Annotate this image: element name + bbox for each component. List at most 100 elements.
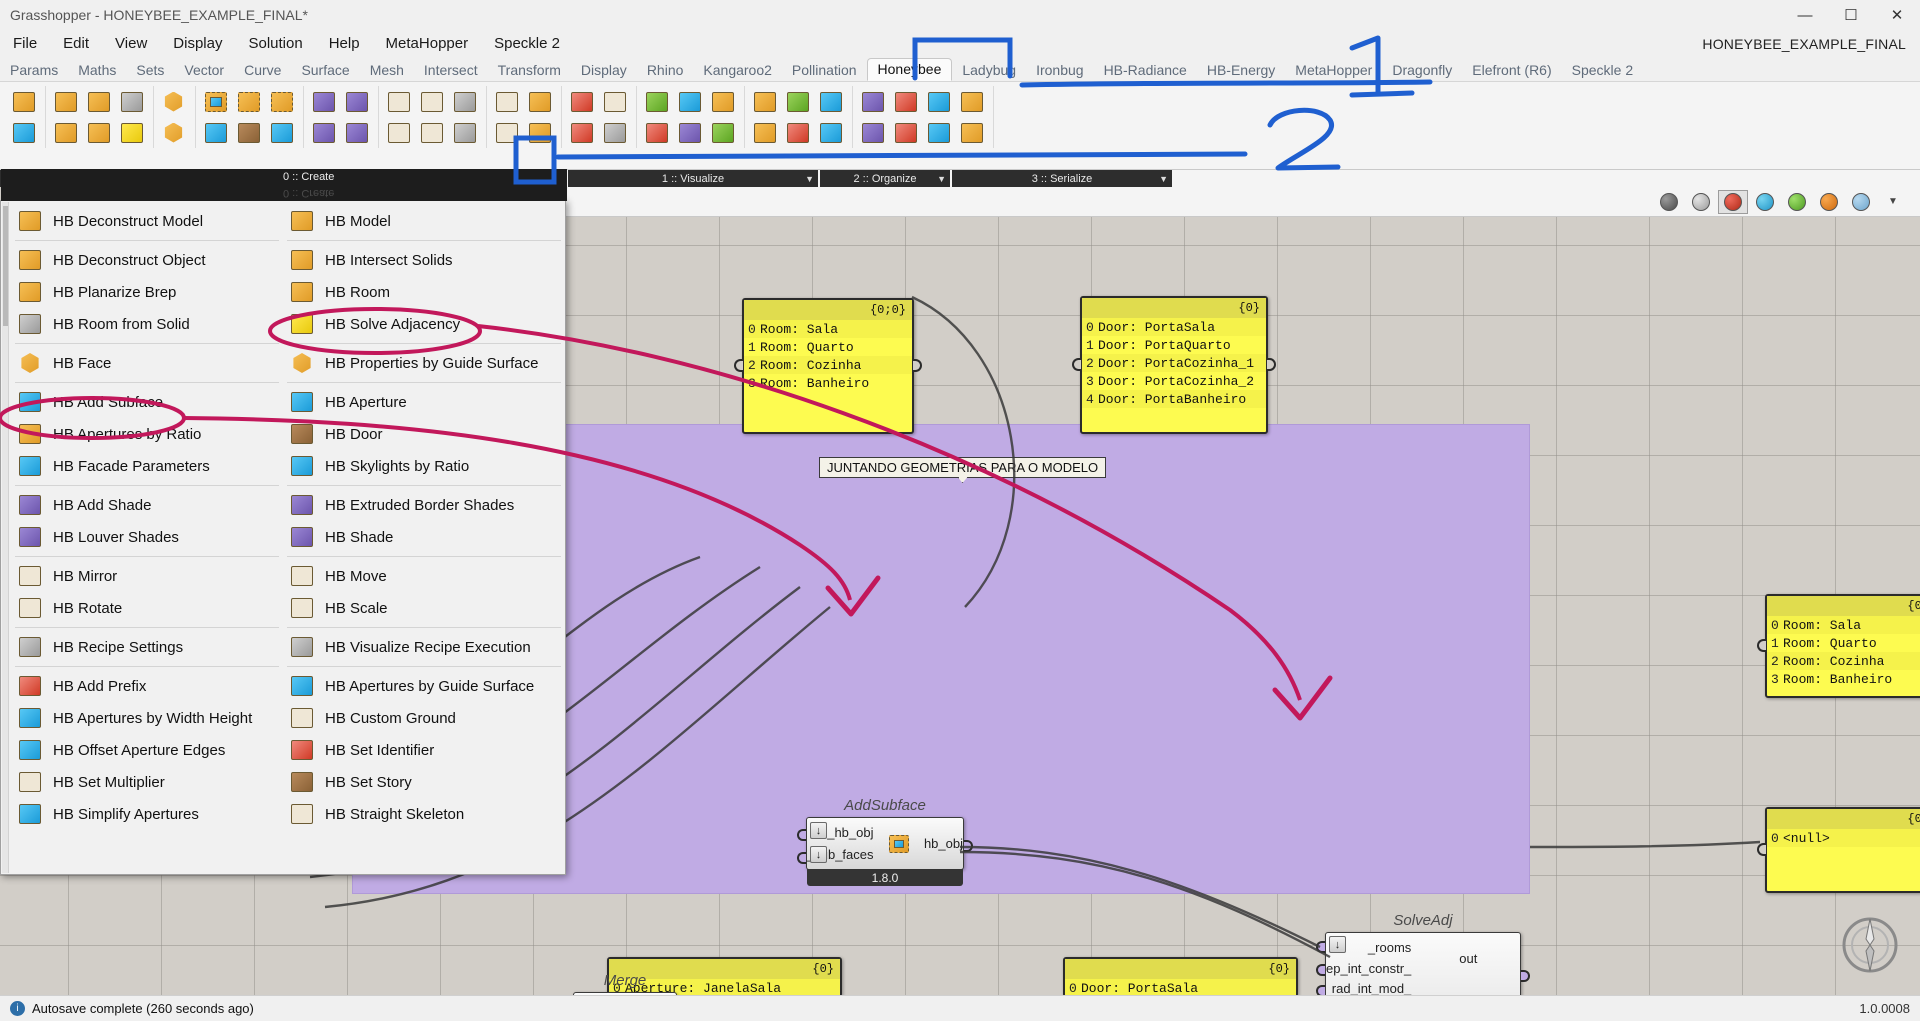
- honeybee-create-dropdown[interactable]: 0 :: Create 0 :: Create HB Deconstruct M…: [0, 169, 567, 875]
- ribbon-icon-model[interactable]: [8, 118, 39, 147]
- ribbon-icon-visualize-recipe-execution[interactable]: [449, 118, 480, 147]
- menu-item-hb-facade-parameters[interactable]: HB Facade Parameters: [11, 450, 283, 482]
- chevron-down-icon[interactable]: ▼: [937, 174, 946, 184]
- add-subface-component[interactable]: AddSubface _hb_obj _sub_faces hb_obj ↓ ↓…: [797, 797, 973, 886]
- tab-metahopper[interactable]: MetaHopper: [1285, 59, 1382, 81]
- minimize-button[interactable]: —: [1782, 0, 1828, 30]
- panel-input-grip[interactable]: [1757, 843, 1766, 856]
- rooms-panel[interactable]: {0;0} 0 Room: Sala 1 Room: Quarto 2 Room…: [734, 298, 922, 434]
- navigation-compass-icon[interactable]: [1834, 909, 1906, 981]
- menu-item-hb-intersect-solids[interactable]: HB Intersect Solids: [283, 244, 565, 276]
- ribbon-icon-serialize-3[interactable]: [956, 87, 987, 116]
- tab-pollination[interactable]: Pollination: [782, 59, 867, 81]
- ribbon-icon-add-subface[interactable]: [200, 87, 231, 116]
- ribbon-icon-grid-1[interactable]: [641, 87, 672, 116]
- ribbon-icon-cube-1[interactable]: [599, 87, 630, 116]
- section-organize[interactable]: 2 :: Organize ▼: [820, 170, 950, 187]
- draw-icons-icon[interactable]: [1750, 190, 1780, 214]
- ribbon-icon-attr-1[interactable]: [491, 87, 522, 116]
- menu-item-hb-room-from-solid[interactable]: HB Room from Solid: [11, 308, 283, 340]
- tab-speckle2[interactable]: Speckle 2: [1562, 59, 1643, 81]
- ribbon-icon-attr-3[interactable]: [491, 118, 522, 147]
- tab-display[interactable]: Display: [571, 59, 637, 81]
- menu-speckle2[interactable]: Speckle 2: [481, 30, 573, 58]
- menu-item-hb-skylights-by-ratio[interactable]: HB Skylights by Ratio: [283, 450, 565, 482]
- chevron-down-icon[interactable]: ▼: [1159, 174, 1168, 184]
- menu-item-hb-planarize-brep[interactable]: HB Planarize Brep: [11, 276, 283, 308]
- adj-rooms-panel[interactable]: {0} 0 Room: Sala 1 Room: Quarto 2 Room: …: [1757, 594, 1920, 698]
- tab-transform[interactable]: Transform: [488, 59, 571, 81]
- ribbon-icon-up-arrow[interactable]: [857, 118, 888, 147]
- menu-item-hb-visualize-recipe-execution[interactable]: HB Visualize Recipe Execution: [283, 631, 565, 663]
- ribbon-icon-apertures-by-ratio[interactable]: [233, 87, 264, 116]
- menu-item-hb-add-subface[interactable]: HB Add Subface: [11, 386, 283, 418]
- ribbon-icon-skylights-by-ratio[interactable]: [266, 118, 297, 147]
- door-bottom-panel[interactable]: {0} 0 Door: PortaSala: [1063, 957, 1298, 995]
- tab-elefront[interactable]: Elefront (R6): [1462, 59, 1561, 81]
- port-in-sub-faces[interactable]: [797, 852, 806, 864]
- menu-item-hb-set-story[interactable]: HB Set Story: [283, 766, 565, 798]
- tab-dragonfly[interactable]: Dragonfly: [1382, 59, 1462, 81]
- ribbon-icon-serialize-4[interactable]: [890, 118, 921, 147]
- menu-item-hb-rotate[interactable]: HB Rotate: [11, 592, 283, 624]
- menu-item-hb-apertures-by-width-height[interactable]: HB Apertures by Width Height: [11, 702, 283, 734]
- panel-input-grip[interactable]: [734, 359, 743, 372]
- dropdown-scroll-thumb[interactable]: [3, 206, 8, 326]
- ribbon-icon-balloon-1[interactable]: [566, 87, 597, 116]
- tab-maths[interactable]: Maths: [68, 59, 126, 81]
- preview-shaded-icon[interactable]: [1654, 190, 1684, 214]
- input-rooms[interactable]: _rooms: [1368, 940, 1411, 955]
- group-label-box[interactable]: JUNTANDO GEOMETRIAS PARA O MODELO: [819, 457, 1107, 483]
- tab-surface[interactable]: Surface: [291, 59, 359, 81]
- ribbon-icon-shade[interactable]: [341, 118, 372, 147]
- ribbon-icon-recipe-settings[interactable]: [449, 87, 480, 116]
- menu-item-hb-face[interactable]: HB Face: [11, 347, 283, 379]
- menu-display[interactable]: Display: [160, 30, 235, 58]
- menu-metahopper[interactable]: MetaHopper: [373, 30, 482, 58]
- ribbon-icon-extruded-border-shades[interactable]: [308, 118, 339, 147]
- menu-item-hb-offset-aperture-edges[interactable]: HB Offset Aperture Edges: [11, 734, 283, 766]
- port-in-hb-obj[interactable]: [797, 829, 806, 841]
- ribbon-icon-scale[interactable]: [416, 118, 447, 147]
- menu-file[interactable]: File: [0, 30, 50, 58]
- ribbon-icon-deconstruct-model[interactable]: [8, 87, 39, 116]
- menu-item-hb-simplify-apertures[interactable]: HB Simplify Apertures: [11, 798, 283, 830]
- section-visualize[interactable]: 1 :: Visualize ▼: [568, 170, 818, 187]
- ribbon-icon-room-from-solid[interactable]: [116, 87, 147, 116]
- maximize-button[interactable]: ☐: [1828, 0, 1874, 30]
- menu-item-hb-set-multiplier[interactable]: HB Set Multiplier: [11, 766, 283, 798]
- menu-solution[interactable]: Solution: [235, 30, 315, 58]
- input-flatten-flag-icon[interactable]: ↓: [1329, 936, 1346, 953]
- tab-sets[interactable]: Sets: [126, 59, 174, 81]
- ribbon-icon-serialize-6[interactable]: [956, 118, 987, 147]
- tab-rhino[interactable]: Rhino: [637, 59, 694, 81]
- ribbon-icon-attr-4[interactable]: [524, 118, 555, 147]
- ribbon-icon-down-arrow[interactable]: [857, 87, 888, 116]
- port-in-rad-int-mod[interactable]: [1316, 985, 1325, 995]
- tab-curve[interactable]: Curve: [234, 59, 291, 81]
- ribbon-icon-mirror[interactable]: [383, 87, 414, 116]
- sketch-tools-icon[interactable]: [1846, 190, 1876, 214]
- input-hb-obj[interactable]: _hb_obj: [827, 825, 873, 840]
- port-in-rooms[interactable]: [1316, 941, 1325, 953]
- tab-vector[interactable]: Vector: [174, 59, 234, 81]
- chevron-down-icon[interactable]: ▼: [805, 174, 814, 184]
- tab-honeybee[interactable]: Honeybee: [866, 58, 953, 81]
- doors-panel[interactable]: {0} 0 Door: PortaSala 1 Door: PortaQuart…: [1072, 296, 1276, 434]
- ribbon-icon-louver-shades[interactable]: [341, 87, 372, 116]
- menu-item-hb-straight-skeleton[interactable]: HB Straight Skeleton: [283, 798, 565, 830]
- menu-item-hb-move[interactable]: HB Move: [283, 560, 565, 592]
- tab-ironbug[interactable]: Ironbug: [1026, 59, 1093, 81]
- ribbon-icon-rotate[interactable]: [416, 87, 447, 116]
- menu-item-hb-door[interactable]: HB Door: [283, 418, 565, 450]
- ribbon-icon-serialize-1[interactable]: [890, 87, 921, 116]
- null-panel[interactable]: {0} 0 <null>: [1757, 807, 1920, 893]
- ribbon-icon-door[interactable]: [233, 118, 264, 147]
- ribbon-icon-chart-2[interactable]: [782, 87, 813, 116]
- ribbon-icon-chart-1[interactable]: [749, 87, 780, 116]
- ribbon-icon-grid-5[interactable]: [674, 118, 705, 147]
- menu-item-hb-deconstruct-object[interactable]: HB Deconstruct Object: [11, 244, 283, 276]
- ribbon-icon-add-shade[interactable]: [308, 87, 339, 116]
- menu-item-hb-recipe-settings[interactable]: HB Recipe Settings: [11, 631, 283, 663]
- menu-view[interactable]: View: [102, 30, 160, 58]
